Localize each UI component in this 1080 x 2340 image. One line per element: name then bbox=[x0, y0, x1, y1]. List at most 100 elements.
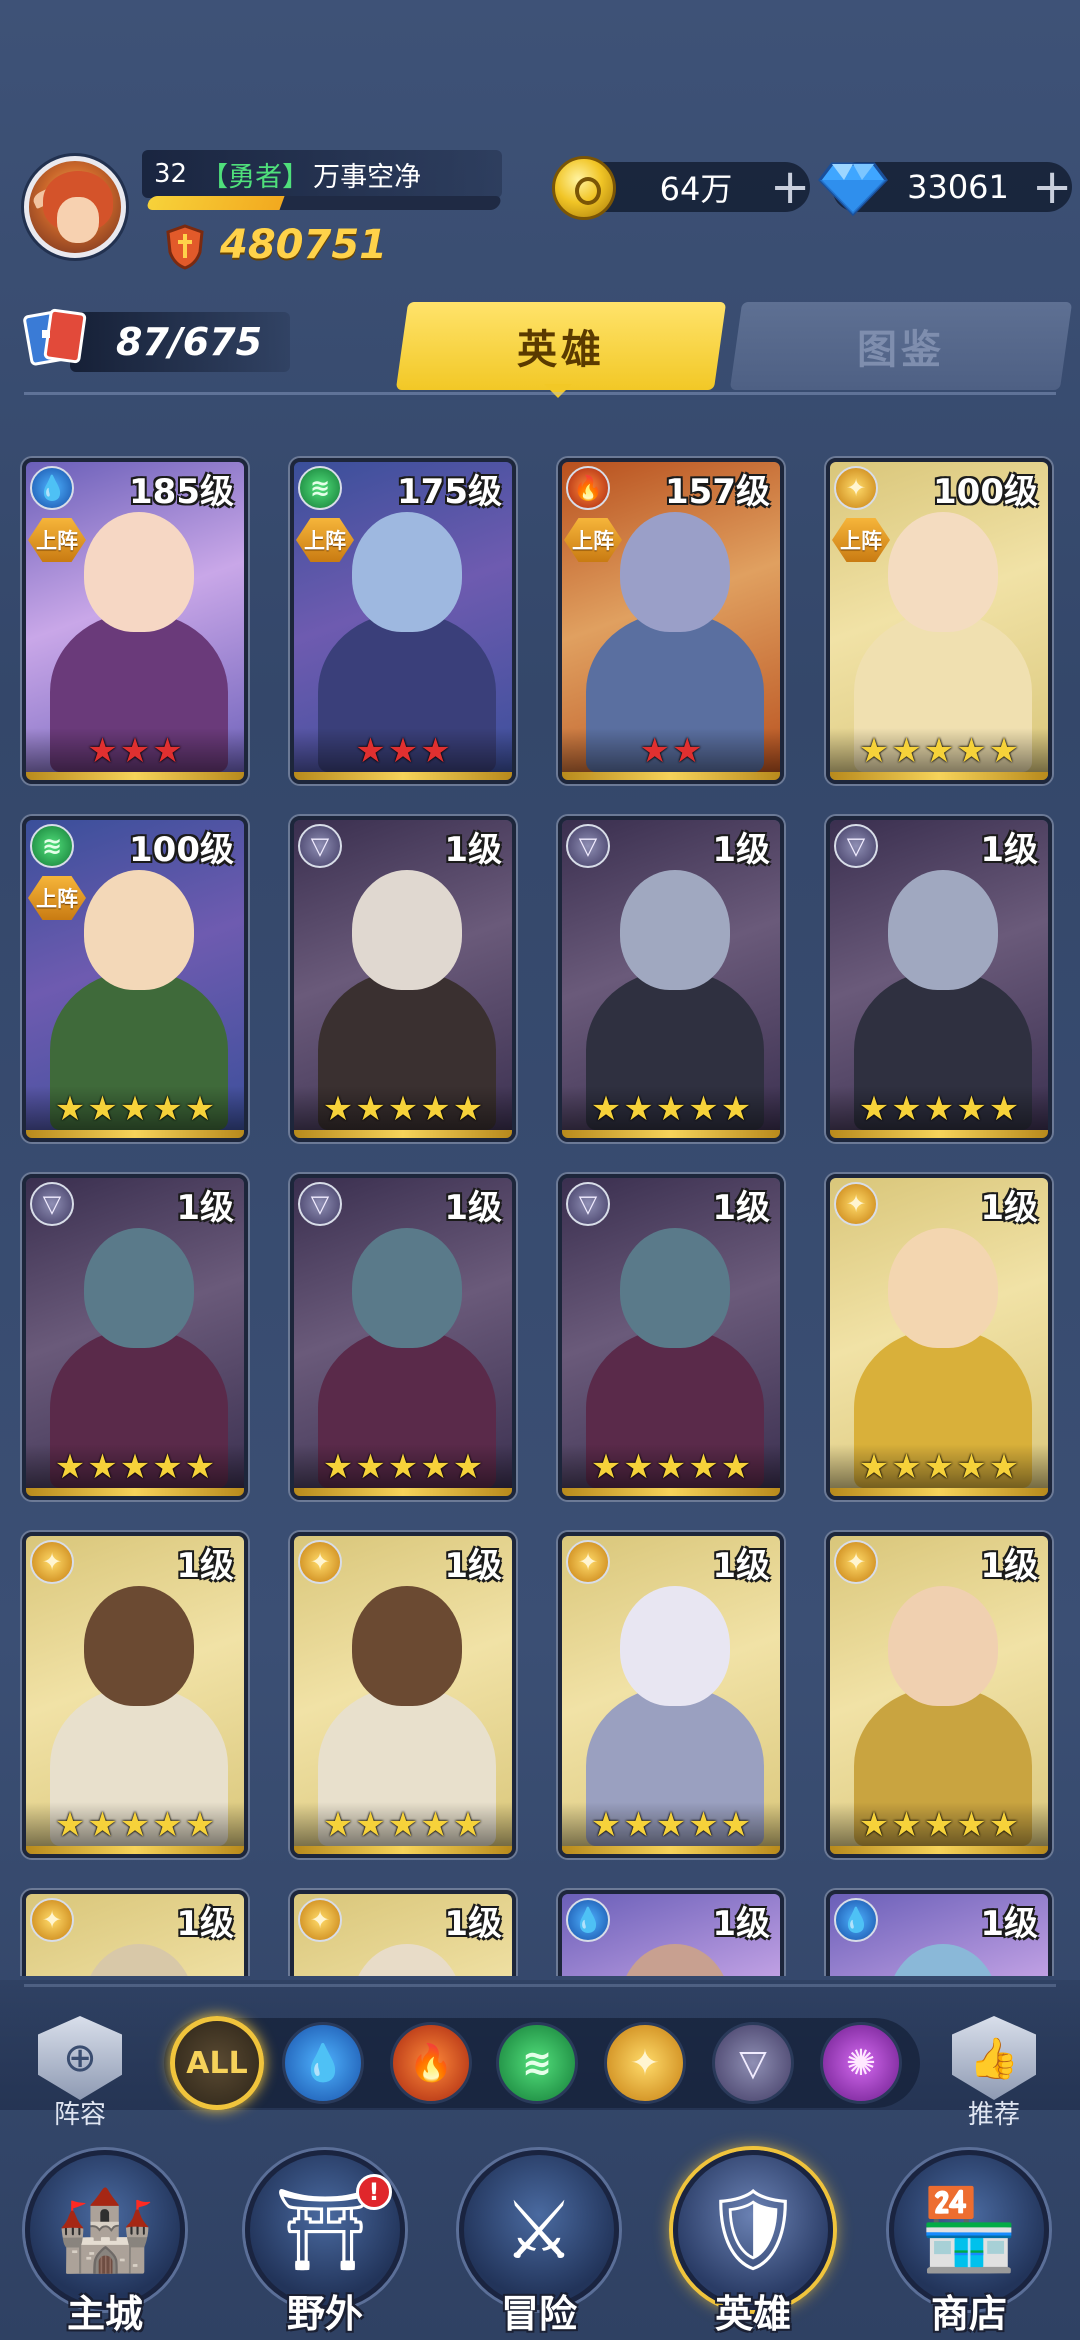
filter-all-label: ALL bbox=[186, 2045, 248, 2081]
star-icon: ★ bbox=[355, 1805, 386, 1845]
hero-stars: ★ ★ ★ bbox=[26, 732, 244, 770]
star-icon: ★ bbox=[891, 1447, 922, 1487]
hero-card[interactable]: ★ ★ ★ ★ ★ ✦ 1级 bbox=[22, 1532, 248, 1858]
filter-all-button[interactable]: ALL bbox=[170, 2016, 264, 2110]
star-icon: ★ bbox=[988, 731, 1020, 771]
light-faction-icon: ✦ bbox=[834, 466, 878, 510]
hero-level: 1级 bbox=[712, 1188, 770, 1228]
water-faction-icon: 💧 bbox=[834, 1898, 878, 1942]
filter-light-button[interactable]: ✦ bbox=[604, 2022, 686, 2104]
tab-heroes[interactable]: 英雄 bbox=[395, 302, 727, 390]
filter-dark-button[interactable]: ▽ bbox=[712, 2022, 794, 2104]
hero-level: 157级 bbox=[665, 472, 770, 512]
star-icon: ★ bbox=[858, 731, 890, 771]
star-icon: ★ bbox=[858, 1447, 890, 1487]
hero-card-rim bbox=[26, 1488, 244, 1496]
hero-card[interactable]: ★ ★ ★ ★ ★ ▽ 1级 bbox=[558, 816, 784, 1142]
hero-card[interactable]: 💧 1级 bbox=[558, 1890, 784, 1976]
hero-stars: ★ ★ ★ bbox=[294, 732, 512, 770]
hero-level: 1级 bbox=[176, 1546, 234, 1586]
hero-card-rim bbox=[830, 1846, 1048, 1854]
coin-value: 64万 bbox=[659, 170, 733, 208]
hero-portrait-head bbox=[888, 870, 998, 990]
star-icon: ★ bbox=[639, 731, 670, 771]
hero-portrait-head bbox=[84, 1228, 194, 1348]
hero-card[interactable]: ★ ★ ★ ★ ★ ▽ 1级 bbox=[290, 816, 516, 1142]
star-icon: ★ bbox=[355, 731, 386, 771]
star-icon: ★ bbox=[623, 1447, 654, 1487]
hero-level: 1级 bbox=[712, 1546, 770, 1586]
filter-void-button[interactable]: ✺ bbox=[820, 2022, 902, 2104]
star-icon: ★ bbox=[420, 1089, 451, 1129]
star-icon: ★ bbox=[387, 1447, 419, 1487]
hero-level: 1级 bbox=[444, 1904, 502, 1944]
nav-adventure[interactable]: ⚔ 冒险 bbox=[454, 2150, 624, 2340]
hero-card[interactable]: ★ ★ ★ 💧 185级 上阵 bbox=[22, 458, 248, 784]
hero-grid: ★ ★ ★ 💧 185级 上阵 ★ ★ ★ ≋ 175级 上阵 ★ ★ 🔥 157级 上阵 ★ ★ ★ ★ ★ ✦ 100级上… bbox=[0, 450, 1080, 1976]
star-icon: ★ bbox=[152, 1089, 183, 1129]
hero-portrait-head bbox=[888, 1228, 998, 1348]
shield-power-icon bbox=[166, 224, 204, 270]
star-icon: ★ bbox=[988, 1805, 1020, 1845]
hero-card[interactable]: ★ ★ ★ ★ ★ ✦ 1级 bbox=[290, 1532, 516, 1858]
star-icon: ★ bbox=[956, 1447, 987, 1487]
star-icon: ★ bbox=[891, 1089, 922, 1129]
lineup-button[interactable]: ⊕ 阵容 bbox=[30, 2016, 130, 2130]
hero-card-rim bbox=[562, 1488, 780, 1496]
star-icon: ★ bbox=[152, 731, 183, 771]
hero-portrait-head bbox=[352, 1228, 462, 1348]
star-icon: ★ bbox=[956, 1089, 987, 1129]
star-icon: ★ bbox=[672, 731, 703, 771]
hero-portrait-head bbox=[888, 512, 998, 632]
hero-card[interactable]: ★ ★ ★ ★ ★ ▽ 1级 bbox=[826, 816, 1052, 1142]
hero-card[interactable]: ✦ 1级 bbox=[290, 1890, 516, 1976]
hero-level: 1级 bbox=[444, 1188, 502, 1228]
hero-card[interactable]: ★ ★ ★ ★ ★ ✦ 100级 上阵 bbox=[826, 458, 1052, 784]
hero-card[interactable]: ★ ★ ★ ★ ★ ≋ 100级 上阵 bbox=[22, 816, 248, 1142]
star-icon: ★ bbox=[923, 1805, 955, 1845]
wind-faction-icon: ≋ bbox=[30, 824, 74, 868]
hero-level: 1级 bbox=[176, 1904, 234, 1944]
hero-card[interactable]: ★ ★ 🔥 157级 上阵 bbox=[558, 458, 784, 784]
hero-portrait-head bbox=[352, 512, 462, 632]
hero-card[interactable]: ★ ★ ★ ★ ★ ✦ 1级 bbox=[826, 1174, 1052, 1500]
hero-card[interactable]: ★ ★ ★ ★ ★ ▽ 1级 bbox=[558, 1174, 784, 1500]
hero-card[interactable]: ★ ★ ★ ★ ★ ✦ 1级 bbox=[826, 1532, 1052, 1858]
hero-card[interactable]: 💧 1级 bbox=[826, 1890, 1052, 1976]
nav-main-city-label: 主城 bbox=[66, 2292, 143, 2336]
hero-portrait-head bbox=[888, 1586, 998, 1706]
hero-card[interactable]: ✦ 1级 bbox=[22, 1890, 248, 1976]
add-gem-button[interactable]: + bbox=[1032, 163, 1072, 211]
hero-level: 100级 bbox=[129, 830, 234, 870]
player-avatar[interactable] bbox=[24, 156, 126, 258]
hero-card[interactable]: ★ ★ ★ ★ ★ ▽ 1级 bbox=[22, 1174, 248, 1500]
hero-stars: ★ ★ ★ ★ ★ bbox=[26, 1806, 244, 1844]
star-icon: ★ bbox=[590, 1089, 622, 1129]
tab-active-indicator bbox=[544, 384, 572, 398]
recommend-button[interactable]: 👍 推荐 bbox=[944, 2016, 1044, 2130]
hero-card-rim bbox=[830, 1130, 1048, 1138]
nav-heroes-label: 英雄 bbox=[714, 2292, 791, 2336]
hero-card[interactable]: ★ ★ ★ ★ ★ ▽ 1级 bbox=[290, 1174, 516, 1500]
hero-card[interactable]: ★ ★ ★ ★ ★ ✦ 1级 bbox=[558, 1532, 784, 1858]
hero-level: 175级 bbox=[397, 472, 502, 512]
star-icon: ★ bbox=[387, 731, 419, 771]
filter-water-button[interactable]: 💧 bbox=[282, 2022, 364, 2104]
hero-portrait-head bbox=[352, 870, 462, 990]
star-icon: ★ bbox=[452, 1447, 484, 1487]
add-coin-button[interactable]: + bbox=[770, 163, 810, 211]
hero-portrait-head bbox=[84, 1586, 194, 1706]
hero-portrait-head bbox=[352, 1586, 462, 1706]
water-faction-icon: 💧 bbox=[30, 466, 74, 510]
tab-codex[interactable]: 图鉴 bbox=[729, 302, 1073, 390]
star-icon: ★ bbox=[184, 1447, 216, 1487]
filter-fire-button[interactable]: 🔥 bbox=[390, 2022, 472, 2104]
diamond-icon bbox=[818, 162, 888, 217]
filter-wind-button[interactable]: ≋ bbox=[496, 2022, 578, 2104]
nav-main-city[interactable]: 🏰 主城 bbox=[20, 2150, 190, 2340]
star-icon: ★ bbox=[152, 1447, 183, 1487]
nav-heroes[interactable]: 🛡 英雄 bbox=[668, 2150, 838, 2340]
hero-card[interactable]: ★ ★ ★ ≋ 175级 上阵 bbox=[290, 458, 516, 784]
nav-shop[interactable]: 🏪 商店 bbox=[884, 2150, 1054, 2340]
hero-card-rim bbox=[562, 1846, 780, 1854]
